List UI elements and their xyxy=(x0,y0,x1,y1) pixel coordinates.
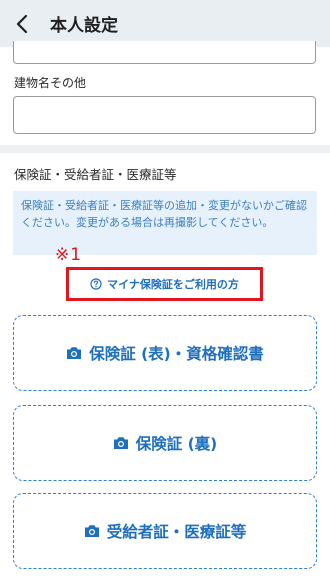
mynah-link-label: マイナ保険証をご利用の方 xyxy=(107,278,239,291)
upload-insurance-front-button[interactable]: 保険証 (表)・資格確認書 xyxy=(13,315,317,391)
upload-label: 保険証 (裏) xyxy=(135,435,218,453)
building-input[interactable] xyxy=(13,96,316,134)
annotation-mark: ※1 xyxy=(55,245,83,265)
insurance-section-title: 保険証・受給者証・医療証等 xyxy=(14,167,177,182)
upload-recipient-cert-button[interactable]: 受給者証・医療証等 xyxy=(13,493,317,569)
camera-icon xyxy=(84,525,99,537)
camera-icon xyxy=(67,347,82,359)
page-title: 本人設定 xyxy=(50,16,118,36)
back-button[interactable] xyxy=(0,0,44,47)
mynah-insurance-link[interactable]: マイナ保険証をご利用の方 xyxy=(66,267,263,301)
camera-icon xyxy=(113,437,128,449)
upload-label: 保険証 (表)・資格確認書 xyxy=(89,345,264,363)
building-label: 建物名その他 xyxy=(14,76,87,90)
app-header: 本人設定 xyxy=(0,0,330,47)
address-input-previous[interactable] xyxy=(13,41,316,64)
help-circle-icon xyxy=(90,278,102,290)
upload-insurance-back-button[interactable]: 保険証 (裏) xyxy=(13,405,317,481)
insurance-section: 保険証・受給者証・医療証等 保険証・受給者証・医療証等の追加・変更がないかご確認… xyxy=(0,153,330,586)
upload-label: 受給者証・医療証等 xyxy=(106,523,247,541)
address-section: 建物名その他 xyxy=(0,41,330,145)
chevron-left-icon xyxy=(16,14,28,33)
